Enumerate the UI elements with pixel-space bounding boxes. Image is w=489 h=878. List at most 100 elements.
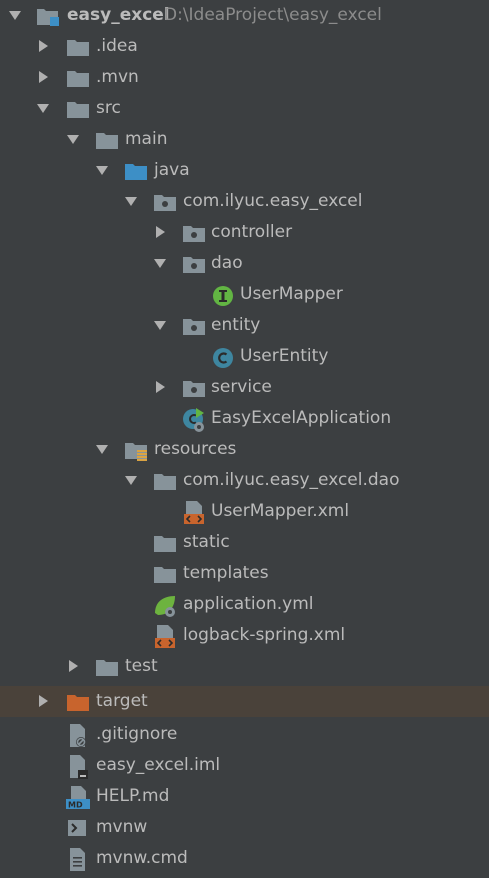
tree-item-templates[interactable]: templates <box>0 558 489 589</box>
tree-item-label: .gitignore <box>96 724 178 744</box>
tree-item-easyexcelapplication[interactable]: EasyExcelApplication <box>0 403 489 434</box>
tree-item-gitignore[interactable]: .gitignore <box>0 719 489 750</box>
tree-item-target[interactable]: target <box>0 686 489 717</box>
tree-item-usermapper-xml[interactable]: UserMapper.xml <box>0 496 489 527</box>
package-icon <box>182 221 206 245</box>
package-icon <box>182 314 206 338</box>
collapse-arrow-icon[interactable] <box>153 217 169 248</box>
class-icon <box>211 345 235 369</box>
collapse-arrow-icon[interactable] <box>36 62 52 93</box>
tree-item-label: resources <box>154 439 237 459</box>
expand-arrow-icon[interactable] <box>95 155 111 186</box>
expand-arrow-icon[interactable] <box>153 248 169 279</box>
folder-icon <box>66 97 90 121</box>
expand-arrow-icon[interactable] <box>66 124 82 155</box>
tree-item-main[interactable]: main <box>0 124 489 155</box>
tree-item-label: entity <box>211 315 261 335</box>
folder-icon <box>66 35 90 59</box>
tree-item-src[interactable]: src <box>0 93 489 124</box>
package-icon <box>182 252 206 276</box>
tree-item-logback-xml[interactable]: logback-spring.xml <box>0 620 489 651</box>
tree-item-idea[interactable]: .idea <box>0 31 489 62</box>
expand-arrow-icon[interactable] <box>153 310 169 341</box>
tree-item-label: UserMapper.xml <box>211 501 350 521</box>
tree-item-entity[interactable]: entity <box>0 310 489 341</box>
folder-icon <box>95 655 119 679</box>
tree-item-label: templates <box>183 563 269 583</box>
tree-item-mvnw[interactable]: mvnw <box>0 812 489 843</box>
tree-item-label: application.yml <box>183 594 314 614</box>
folder-icon <box>153 531 177 555</box>
svg-text:MD: MD <box>68 801 83 810</box>
resources-folder-icon <box>124 438 148 462</box>
spring-yml-icon <box>153 593 177 617</box>
tree-item-label: dao <box>211 253 243 273</box>
tree-item-label: test <box>125 656 158 676</box>
markdown-file-icon: MD <box>66 785 90 810</box>
tree-item-mvnw-cmd[interactable]: mvnw.cmd <box>0 843 489 874</box>
spring-boot-class-icon <box>182 407 206 432</box>
source-folder-icon <box>124 159 148 183</box>
tree-item-static[interactable]: static <box>0 527 489 558</box>
tree-item-usermapper[interactable]: UserMapper <box>0 279 489 310</box>
tree-item-java[interactable]: java <box>0 155 489 186</box>
tree-item-mvn[interactable]: .mvn <box>0 62 489 93</box>
tree-item-package-root[interactable]: com.ilyuc.easy_excel <box>0 186 489 217</box>
tree-item-help-md[interactable]: MD HELP.md <box>0 781 489 812</box>
interface-icon <box>211 283 235 307</box>
folder-icon <box>153 562 177 586</box>
tree-item-label: src <box>96 98 121 118</box>
tree-item-dao[interactable]: dao <box>0 248 489 279</box>
text-file-icon <box>66 847 90 871</box>
tree-item-label: UserMapper <box>240 284 343 304</box>
tree-item-label: target <box>96 691 148 711</box>
collapse-arrow-icon[interactable] <box>36 686 52 717</box>
gitignore-file-icon <box>66 723 90 747</box>
tree-item-service[interactable]: service <box>0 372 489 403</box>
excluded-folder-icon <box>66 690 90 714</box>
tree-item-label: HELP.md <box>96 786 170 806</box>
tree-item-application-yml[interactable]: application.yml <box>0 589 489 620</box>
tree-item-label: main <box>125 129 168 149</box>
tree-item-easy-excel[interactable]: easy_excel D:\IdeaProject\easy_excel <box>0 0 489 31</box>
expand-arrow-icon[interactable] <box>36 93 52 124</box>
expand-arrow-icon[interactable] <box>124 465 140 496</box>
tree-item-label: .idea <box>96 36 138 56</box>
collapse-arrow-icon[interactable] <box>153 372 169 403</box>
project-path: D:\IdeaProject\easy_excel <box>164 5 382 25</box>
tree-item-resources-dao[interactable]: com.ilyuc.easy_excel.dao <box>0 465 489 496</box>
tree-item-label: com.ilyuc.easy_excel <box>183 191 363 211</box>
tree-item-label: service <box>211 377 272 397</box>
tree-item-label: mvnw <box>96 817 148 837</box>
tree-item-test[interactable]: test <box>0 651 489 682</box>
expand-arrow-icon[interactable] <box>95 434 111 465</box>
tree-item-label: mvnw.cmd <box>96 848 188 868</box>
package-icon <box>182 376 206 400</box>
expand-arrow-icon[interactable] <box>8 0 24 31</box>
expand-arrow-icon[interactable] <box>124 186 140 217</box>
tree-item-label: java <box>154 160 190 180</box>
tree-item-label: easy_excel.iml <box>96 755 221 775</box>
collapse-arrow-icon[interactable] <box>66 651 82 682</box>
folder-icon <box>95 128 119 152</box>
tree-item-userentity[interactable]: UserEntity <box>0 341 489 372</box>
folder-icon <box>153 469 177 493</box>
collapse-arrow-icon[interactable] <box>36 31 52 62</box>
tree-item-label: static <box>183 532 230 552</box>
tree-item-label: UserEntity <box>240 346 329 366</box>
iml-file-icon <box>66 754 90 779</box>
tree-item-label: controller <box>211 222 293 242</box>
tree-item-iml[interactable]: easy_excel.iml <box>0 750 489 781</box>
xml-file-icon <box>182 500 206 524</box>
project-folder-icon <box>36 4 60 28</box>
tree-item-label: logback-spring.xml <box>183 625 346 645</box>
tree-item-resources[interactable]: resources <box>0 434 489 465</box>
shell-script-icon <box>66 816 90 840</box>
xml-file-icon <box>153 624 177 648</box>
tree-item-label: .mvn <box>96 67 139 87</box>
project-name: easy_excel <box>67 5 170 25</box>
tree-item-controller[interactable]: controller <box>0 217 489 248</box>
package-icon <box>153 190 177 214</box>
tree-item-label: com.ilyuc.easy_excel.dao <box>183 470 400 490</box>
folder-icon <box>66 66 90 90</box>
